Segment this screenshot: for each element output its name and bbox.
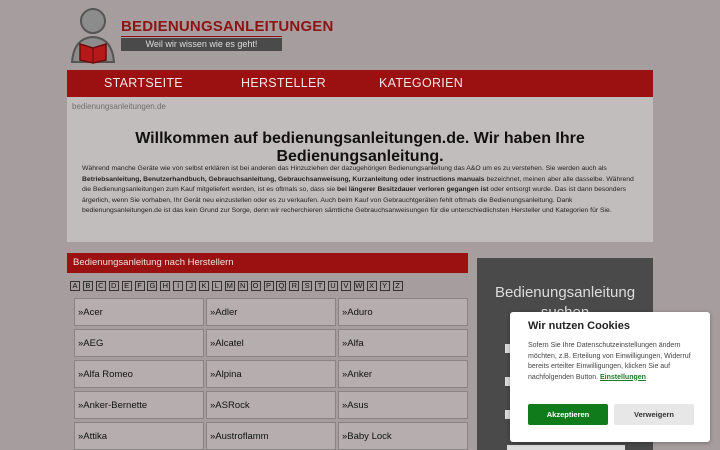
letter-filter-n[interactable]: N	[237, 281, 248, 291]
brand-link[interactable]: »ASRock	[206, 391, 336, 419]
letter-filter-u[interactable]: U	[328, 281, 338, 291]
brand-underline	[121, 36, 282, 37]
letter-filter-h[interactable]: H	[160, 281, 171, 291]
letter-filter-x[interactable]: X	[366, 281, 377, 291]
brand-link[interactable]: »Alfa	[338, 329, 468, 357]
letter-filter-a[interactable]: A	[70, 281, 80, 291]
brand-link[interactable]: »Acer	[74, 298, 204, 326]
nav-kategorien[interactable]: KATEGORIEN	[379, 70, 463, 97]
letter-filter-y[interactable]: Y	[379, 281, 390, 291]
letter-filter-b[interactable]: B	[82, 281, 93, 291]
letter-filter-e[interactable]: E	[121, 281, 132, 291]
cookie-settings-link[interactable]: Einstellungen	[600, 374, 646, 381]
letter-filter-p[interactable]: P	[263, 281, 274, 291]
search-panel-title: Bedienungsanleitung	[494, 284, 636, 301]
breadcrumb[interactable]: bedienungsanleitungen.de	[72, 102, 166, 111]
letter-filter-i[interactable]: I	[173, 281, 184, 291]
letter-filter-r[interactable]: R	[289, 281, 300, 291]
cookie-text: Sofern Sie Ihre Datenschutzeinstellungen…	[528, 342, 691, 381]
letter-filter-o[interactable]: O	[250, 281, 261, 291]
brand-link[interactable]: »AEG	[74, 329, 204, 357]
letter-filter-z[interactable]: Z	[392, 281, 403, 291]
manufacturers-section-title: Bedienungsanleitung nach Herstellern	[67, 253, 468, 273]
cookie-title: Wir nutzen Cookies	[528, 320, 630, 332]
brand-link[interactable]: »Anker	[338, 360, 468, 388]
brand-link[interactable]: »Baby Lock	[338, 422, 468, 450]
page-title: Willkommen auf bedienungsanleitungen.de.…	[135, 130, 585, 165]
brand-link[interactable]: »Attika	[74, 422, 204, 450]
letter-filter-t[interactable]: T	[315, 281, 326, 291]
brand-link[interactable]: »Adler	[206, 298, 336, 326]
brand-link[interactable]: »Anker-Bernette	[74, 391, 204, 419]
reading-person-icon[interactable]	[66, 4, 126, 66]
letter-filter-w[interactable]: W	[353, 281, 364, 291]
brand-link[interactable]: »Austroflamm	[206, 422, 336, 450]
letter-filter-s[interactable]: S	[302, 281, 313, 291]
nav-hersteller[interactable]: HERSTELLER	[241, 70, 326, 97]
letter-filter-v[interactable]: V	[340, 281, 351, 291]
deny-cookies-button[interactable]: Verweigern	[614, 404, 694, 425]
brand-link[interactable]: »Asus	[338, 391, 468, 419]
intro-text: Während manche Geräte wie von selbst erk…	[82, 165, 634, 214]
letter-filter-m[interactable]: M	[224, 281, 235, 291]
letter-filter-q[interactable]: Q	[276, 281, 287, 291]
tagline: Weil wir wissen wie es geht!	[121, 38, 282, 51]
letter-filter-j[interactable]: J	[186, 281, 197, 291]
nav-startseite[interactable]: STARTSEITE	[104, 70, 183, 97]
intro-panel: bedienungsanleitungen.de Willkommen auf …	[67, 97, 653, 242]
letter-filter-l[interactable]: L	[211, 281, 222, 291]
brand-link[interactable]: »Alcatel	[206, 329, 336, 357]
brand-title[interactable]: BEDIENUNGSANLEITUNGEN	[121, 18, 334, 35]
main-nav: STARTSEITE HERSTELLER KATEGORIEN	[67, 70, 653, 97]
accept-cookies-button[interactable]: Akzeptieren	[528, 404, 608, 425]
letter-filter-f[interactable]: F	[134, 281, 145, 291]
letter-filter-d[interactable]: D	[108, 281, 119, 291]
brand-link[interactable]: »Aduro	[338, 298, 468, 326]
brand-link[interactable]: »Alfa Romeo	[74, 360, 204, 388]
cookie-dialog: Wir nutzen Cookies Sofern Sie Ihre Daten…	[510, 312, 710, 442]
background-search-field	[507, 445, 625, 450]
letter-filter-c[interactable]: C	[95, 281, 106, 291]
brand-link[interactable]: »Alpina	[206, 360, 336, 388]
letter-filter-k[interactable]: K	[199, 281, 209, 291]
letter-filter-g[interactable]: G	[147, 281, 158, 291]
